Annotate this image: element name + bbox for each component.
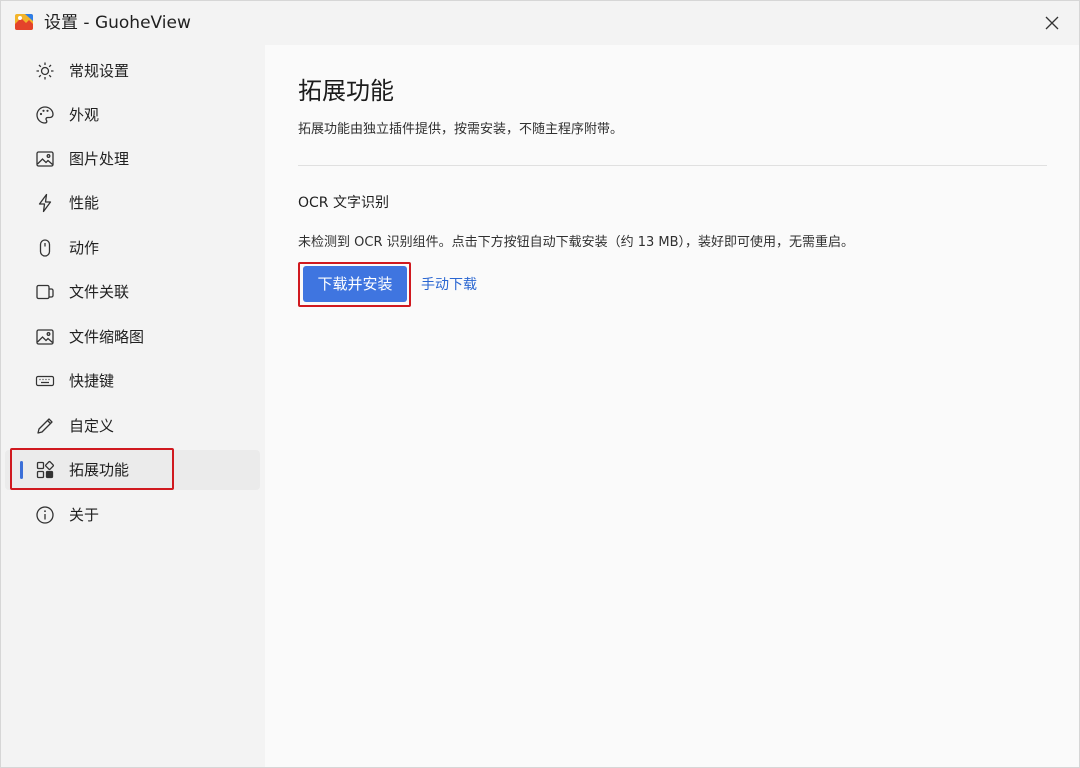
close-button[interactable]	[1037, 9, 1067, 37]
palette-icon	[35, 105, 55, 125]
extensions-panel: 拓展功能 拓展功能由独立插件提供，按需安装，不随主程序附带。 OCR 文字识别 …	[265, 45, 1079, 767]
pencil-icon	[35, 416, 55, 436]
sidebar-item-shortcuts[interactable]: 快捷键	[5, 361, 260, 401]
window-title: 设置 - GuoheView	[44, 13, 191, 33]
sidebar-item-label: 文件缩略图	[69, 328, 145, 346]
sidebar-item-actions[interactable]: 动作	[5, 228, 260, 268]
highlight-box-button	[298, 262, 411, 307]
sidebar-item-file-association[interactable]: 文件关联	[5, 272, 260, 312]
ocr-section-title: OCR 文字识别	[298, 195, 389, 211]
settings-sidebar: 常规设置 外观 图片处理 性能 动作 文件关联 文件缩略图 快捷键 自定义 拓展…	[1, 45, 265, 767]
sidebar-item-general[interactable]: 常规设置	[5, 51, 260, 91]
sidebar-item-label: 自定义	[69, 417, 115, 435]
sidebar-item-about[interactable]: 关于	[5, 495, 260, 535]
file-link-icon	[35, 282, 55, 302]
sidebar-item-performance[interactable]: 性能	[5, 183, 260, 223]
mouse-icon	[35, 238, 55, 258]
manual-download-link[interactable]: 手动下载	[421, 275, 477, 295]
title-bar: 设置 - GuoheView	[1, 1, 1079, 45]
settings-window: 设置 - GuoheView 常规设置 外观 图片处理 性能 动作 文件关联 文…	[0, 0, 1080, 768]
sidebar-item-label: 常规设置	[69, 62, 130, 80]
sun-gear-icon	[35, 61, 55, 81]
thumbnail-icon	[35, 327, 55, 347]
sidebar-item-label: 动作	[69, 239, 100, 257]
sidebar-item-customize[interactable]: 自定义	[5, 406, 260, 446]
app-logo-icon	[15, 14, 33, 30]
sidebar-item-label: 图片处理	[69, 150, 130, 168]
close-icon	[1045, 16, 1059, 30]
sidebar-item-label: 外观	[69, 106, 100, 124]
sidebar-item-label: 性能	[69, 194, 100, 212]
sidebar-item-file-thumbnails[interactable]: 文件缩略图	[5, 317, 260, 357]
image-icon	[35, 149, 55, 169]
ocr-status-text: 未检测到 OCR 识别组件。点击下方按钮自动下载安装（约 13 MB），装好即可…	[298, 235, 855, 250]
keyboard-icon	[35, 371, 55, 391]
sidebar-item-label: 快捷键	[69, 372, 115, 390]
info-icon	[35, 505, 55, 525]
sidebar-item-label: 文件关联	[69, 283, 130, 301]
sidebar-item-label: 关于	[69, 506, 100, 524]
sidebar-item-appearance[interactable]: 外观	[5, 95, 260, 135]
highlight-box-nav	[10, 448, 174, 490]
divider	[298, 165, 1047, 166]
page-title: 拓展功能	[298, 77, 394, 105]
lightning-icon	[35, 193, 55, 213]
sidebar-item-image-processing[interactable]: 图片处理	[5, 139, 260, 179]
page-description: 拓展功能由独立插件提供，按需安装，不随主程序附带。	[298, 122, 624, 137]
